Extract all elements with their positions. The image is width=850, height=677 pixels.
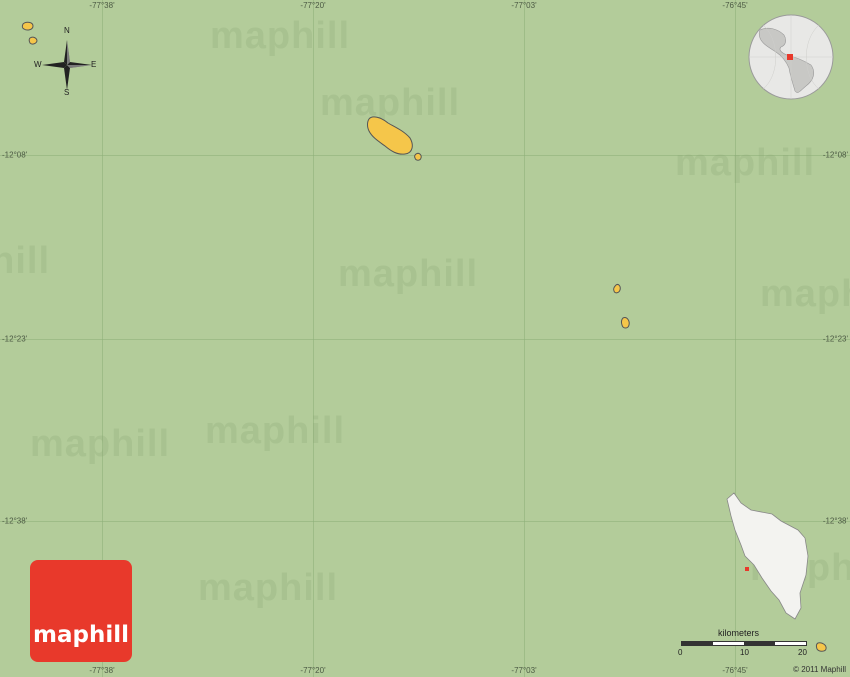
- compass-south-label: S: [64, 88, 70, 97]
- latitude-label-left: -12°08': [2, 150, 28, 160]
- longitude-label-top: -76°45': [722, 1, 748, 10]
- longitude-label-bottom: -77°38': [89, 666, 115, 675]
- latitude-label-right: -12°38': [822, 516, 848, 526]
- maphill-logo[interactable]: maphill: [30, 560, 132, 662]
- latitude-label-left: -12°38': [2, 516, 28, 526]
- islet: [21, 21, 34, 31]
- region-inset: [726, 492, 809, 620]
- latitude-label-right: -12°08': [822, 150, 848, 160]
- compass-east-label: E: [91, 60, 97, 69]
- scale-tick-mid: 10: [740, 648, 749, 657]
- compass-west-label: W: [34, 60, 42, 69]
- island-main: [367, 116, 413, 155]
- islet: [815, 642, 827, 652]
- compass-rose: N S E W: [34, 26, 100, 98]
- longitude-label-top: -77°03': [511, 1, 537, 10]
- scale-tick-max: 20: [798, 648, 807, 657]
- islet: [613, 284, 621, 294]
- longitude-label-bottom: -76°45': [722, 666, 748, 675]
- compass-north-label: N: [64, 26, 70, 35]
- region-inset-marker: [745, 567, 749, 571]
- longitude-label-bottom: -77°03': [511, 666, 537, 675]
- logo-text: maphill: [33, 622, 129, 648]
- map-canvas[interactable]: maphill maphill maphill maphill maphill …: [0, 0, 850, 677]
- scale-bar: kilometers 0 10 20: [678, 628, 810, 657]
- copyright-notice: © 2011 Maphill: [793, 665, 846, 674]
- latitude-label-right: -12°23': [822, 334, 848, 344]
- longitude-label-top: -77°20': [300, 1, 326, 10]
- scale-tick-min: 0: [678, 648, 683, 657]
- longitude-label-bottom: -77°20': [300, 666, 326, 675]
- globe-locator: [748, 14, 834, 100]
- latitude-label-left: -12°23': [2, 334, 28, 344]
- islet: [620, 317, 630, 329]
- scale-bar-graphic: [681, 641, 807, 646]
- islet: [414, 152, 422, 161]
- longitude-label-top: -77°38': [89, 1, 115, 10]
- island-shapes: [21, 21, 827, 652]
- scale-unit-label: kilometers: [718, 628, 760, 638]
